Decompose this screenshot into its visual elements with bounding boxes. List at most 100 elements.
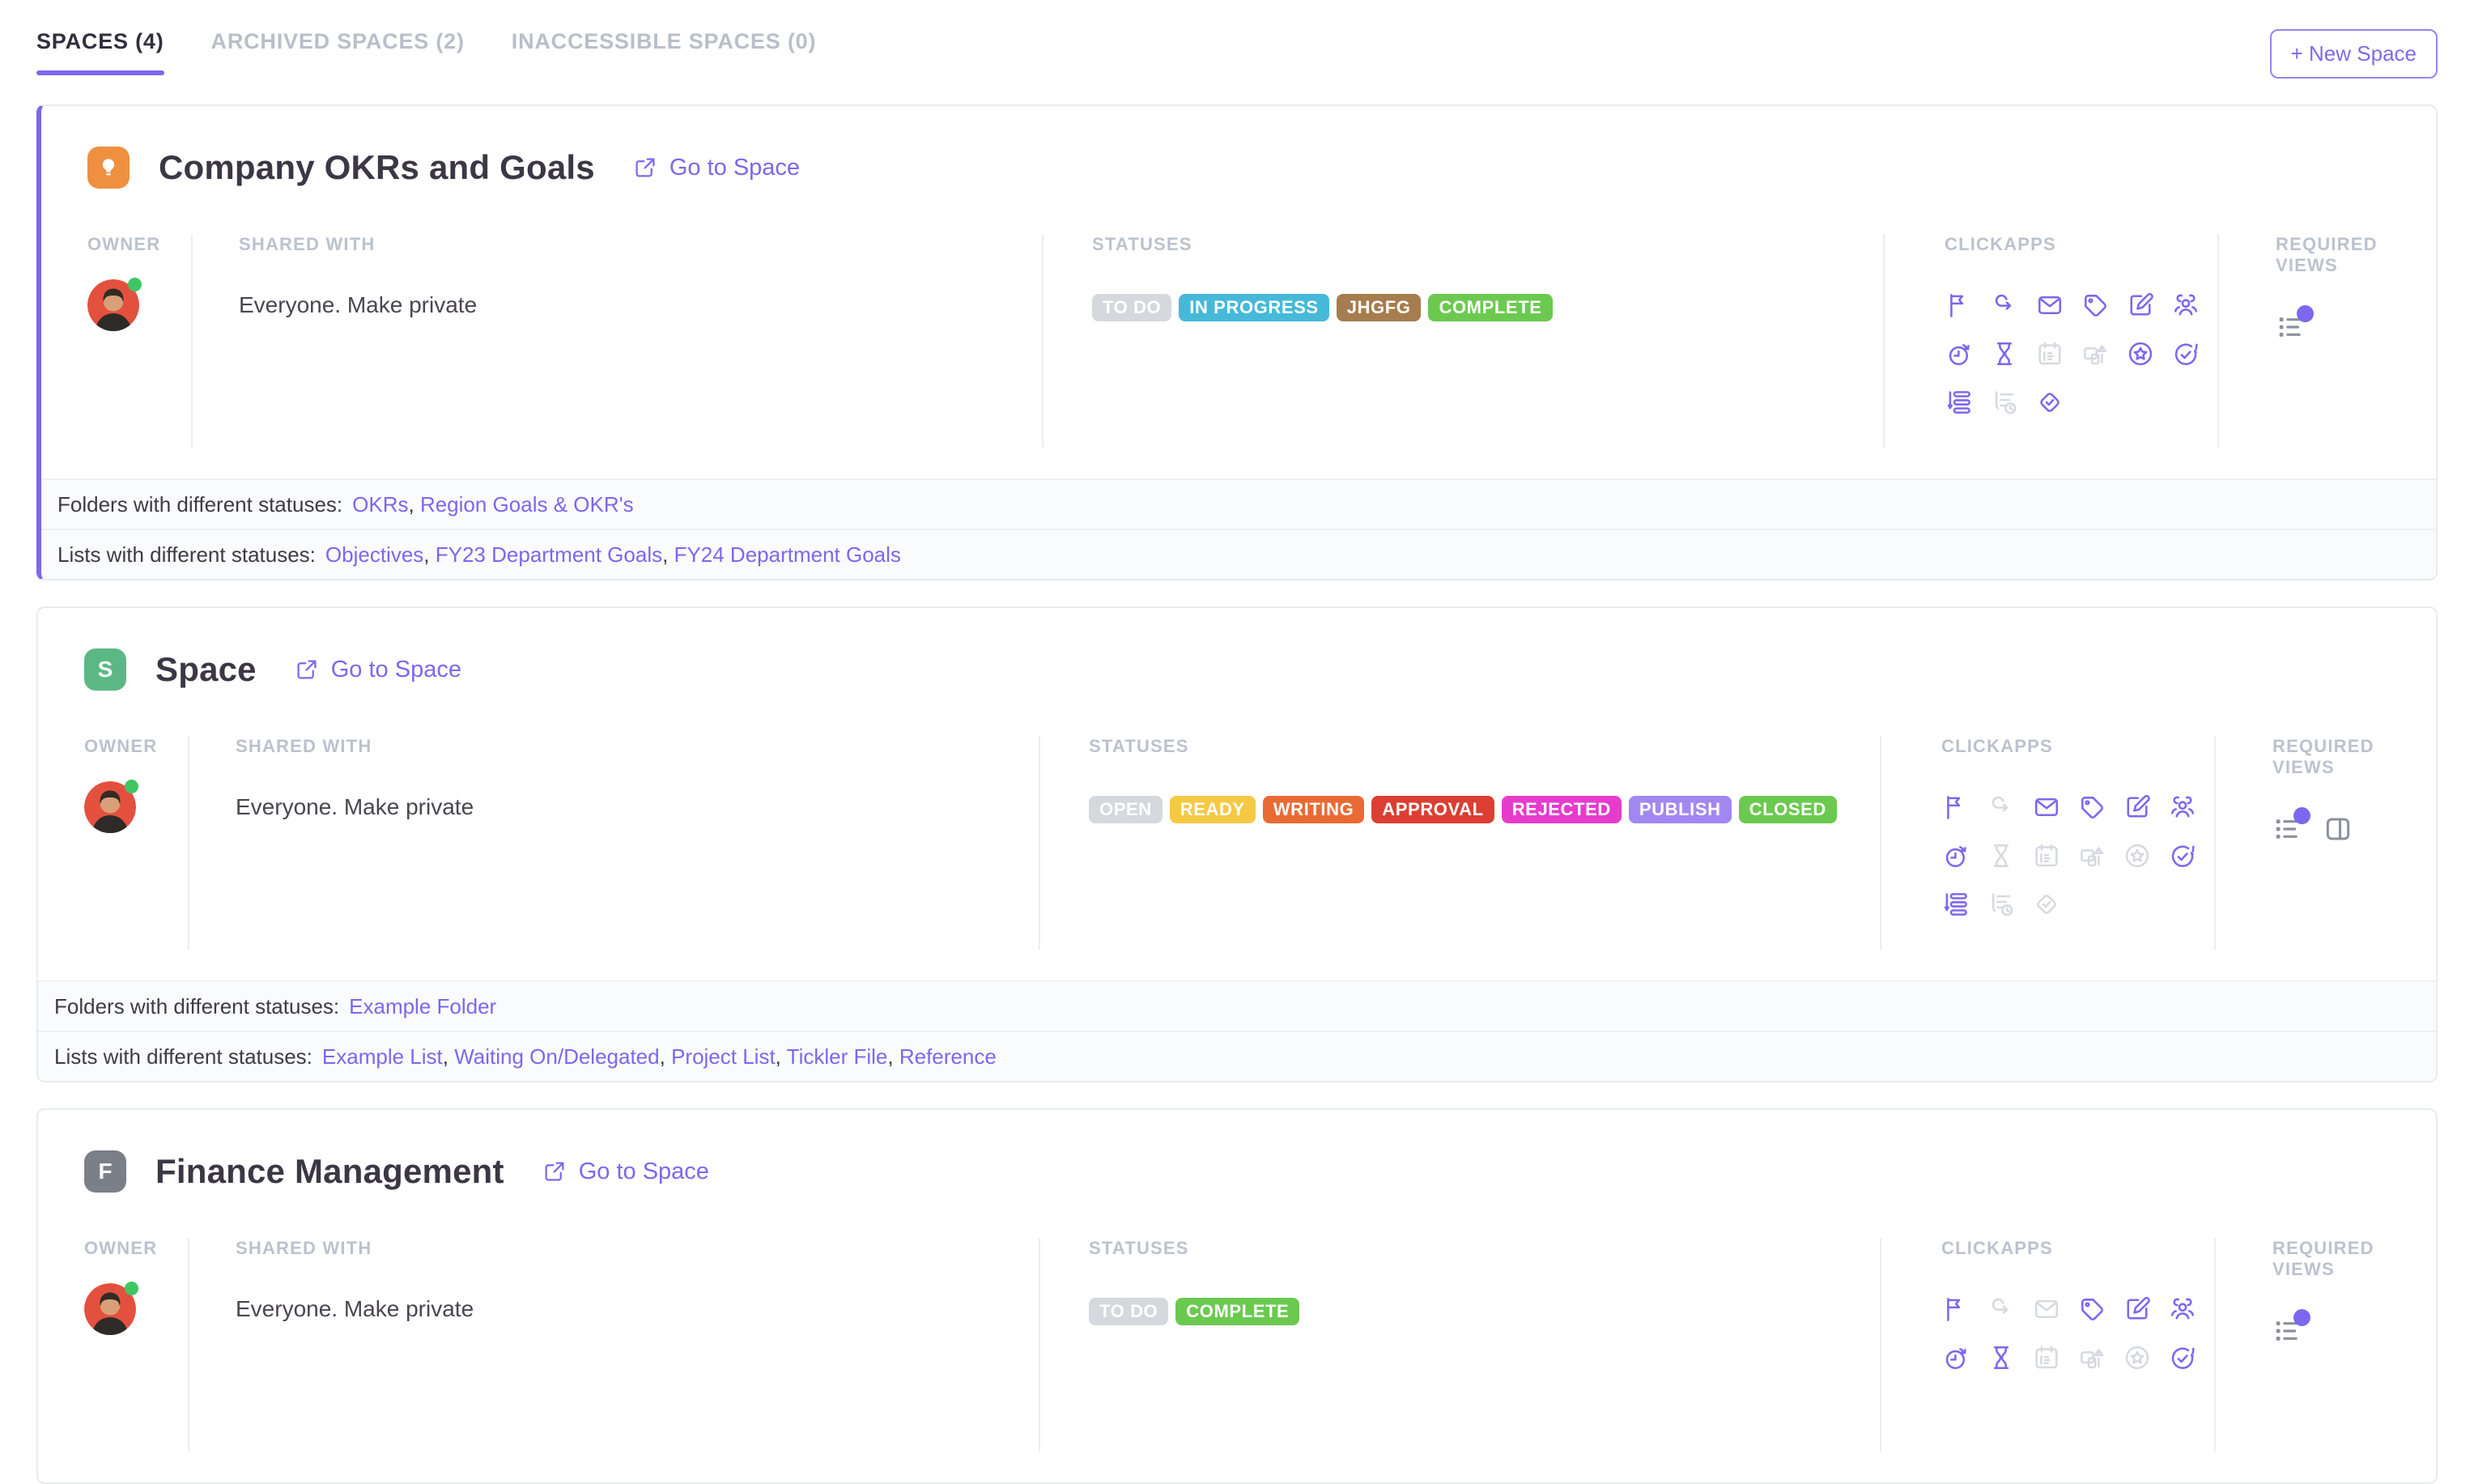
folders-with-statuses-row: Folders with different statuses: OKRs, Re… (41, 478, 2436, 529)
clickapps-column-label: CLICKAPPS (1941, 1238, 2214, 1259)
separator: , (660, 1044, 671, 1069)
check-alert-icon (2171, 339, 2200, 368)
remap-icon (1987, 1295, 2016, 1324)
online-status-dot (125, 1282, 138, 1295)
hourglass-icon (1990, 339, 2019, 368)
tab-spaces[interactable]: SPACES (4) (36, 29, 164, 75)
star-icon (2123, 841, 2152, 870)
list-view-icon (2272, 1316, 2303, 1346)
lists-with-statuses-row: Lists with different statuses:Objectives… (41, 529, 2436, 579)
tag-icon (2077, 1295, 2106, 1324)
folder-link[interactable]: Example Folder (349, 994, 496, 1018)
star-icon (2123, 1343, 2152, 1372)
diamond-check-icon (2032, 890, 2061, 919)
folder-link[interactable]: Region Goals & OKR's (420, 492, 634, 517)
required-views-column-label: REQUIRED VIEWS (2272, 1238, 2436, 1280)
list-link[interactable]: Project List (671, 1044, 776, 1069)
shared-with-text[interactable]: Everyone. Make private (239, 292, 1042, 318)
upload-alert-icon (2077, 1343, 2106, 1372)
list-links: Example List, Waiting On/Delegated, Proj… (322, 1044, 997, 1069)
list-link[interactable]: Objectives (325, 542, 423, 567)
diamond-check-icon (2035, 388, 2064, 417)
email-icon (2032, 793, 2061, 822)
space-card-header: S Space Go to Space (38, 648, 2436, 691)
shared-with-text[interactable]: Everyone. Make private (236, 1296, 1039, 1322)
list-clock-icon (1990, 388, 2019, 417)
owner-column: OWNER (41, 234, 193, 448)
external-link-icon (542, 1159, 567, 1184)
flag-icon (1941, 793, 1970, 822)
go-to-space-label: Go to Space (579, 1159, 709, 1185)
list-link[interactable]: Reference (899, 1044, 997, 1069)
check-alert-icon (2168, 1343, 2197, 1372)
shared-with-column-label: SHARED WITH (239, 234, 1042, 255)
space-card-header: Company OKRs and Goals Go to Space (41, 147, 2436, 189)
new-space-button[interactable]: + New Space (2270, 29, 2438, 79)
clickapps-column: CLICKAPPS (1881, 736, 2216, 950)
space-icon: S (84, 648, 126, 691)
list-links: Objectives, FY23 Department Goals, FY24 … (325, 542, 901, 568)
remap-icon (1987, 793, 2016, 822)
calendar-icon (2035, 339, 2064, 368)
notification-dot (2297, 305, 2314, 322)
shared-with-column: SHARED WITH Everyone. Make private (189, 736, 1040, 950)
space-card: F Finance Management Go to Space OWNER (36, 1108, 2438, 1484)
list-link[interactable]: Tickler File (787, 1044, 888, 1069)
status-badge: PUBLISH (1629, 796, 1732, 823)
go-to-space-link[interactable]: Go to Space (542, 1159, 709, 1185)
clickapps-column: CLICKAPPS (1885, 234, 2219, 448)
status-badge: APPROVAL (1371, 796, 1494, 823)
owner-avatar (87, 279, 139, 331)
footer-prefix: Folders with different statuses: (57, 492, 342, 517)
statuses-column: STATUSES TO DOCOMPLETE (1040, 1238, 1881, 1452)
go-to-space-link[interactable]: Go to Space (294, 657, 461, 683)
board-view-icon (2323, 814, 2353, 844)
email-icon (2032, 1295, 2061, 1324)
status-badge: JHGFG (1337, 294, 1422, 321)
notification-dot (2293, 1309, 2310, 1326)
tab-archived-spaces[interactable]: ARCHIVED SPACES (2) (211, 29, 465, 75)
shared-with-text[interactable]: Everyone. Make private (236, 794, 1039, 820)
footer-prefix: Lists with different statuses: (54, 1044, 312, 1069)
statuses-column-label: STATUSES (1089, 736, 1880, 757)
go-to-space-label: Go to Space (670, 155, 800, 181)
flag-icon (1941, 1295, 1970, 1324)
space-icon (87, 147, 130, 189)
tab-inaccessible-spaces[interactable]: INACCESSIBLE SPACES (0) (512, 29, 816, 75)
people-icon (2168, 793, 2197, 822)
hourglass-icon (1987, 841, 2016, 870)
list-view-icon (2272, 814, 2303, 844)
folder-links: OKRs, Region Goals & OKR's (352, 492, 633, 517)
shared-with-column: SHARED WITH Everyone. Make private (189, 1238, 1040, 1452)
shared-with-column-label: SHARED WITH (236, 1238, 1039, 1259)
owner-avatar (84, 1283, 136, 1335)
online-status-dot (125, 780, 138, 793)
list-clock-icon (1987, 890, 2016, 919)
status-badge: COMPLETE (1175, 1298, 1299, 1325)
go-to-space-label: Go to Space (331, 657, 461, 683)
star-icon (2126, 339, 2155, 368)
owner-column-label: OWNER (87, 234, 191, 255)
separator: , (423, 542, 435, 567)
folder-link[interactable]: OKRs (352, 492, 408, 517)
statuses-column-label: STATUSES (1092, 234, 1883, 255)
space-title: Company OKRs and Goals (159, 148, 595, 187)
space-title: Space (155, 650, 257, 689)
shared-with-column-label: SHARED WITH (236, 736, 1039, 757)
go-to-space-link[interactable]: Go to Space (632, 155, 800, 181)
required-views-column: REQUIRED VIEWS (2216, 736, 2436, 950)
required-views-column-label: REQUIRED VIEWS (2272, 736, 2436, 778)
space-card-columns: OWNER SHARED WITH Everyone. Make private (41, 234, 2436, 478)
calendar-icon (2032, 1343, 2061, 1372)
list-link[interactable]: FY23 Department Goals (436, 542, 662, 567)
status-badge: REJECTED (1502, 796, 1622, 823)
statuses-column-label: STATUSES (1089, 1238, 1880, 1259)
statuses-row: TO DOIN PROGRESSJHGFGCOMPLETE (1092, 294, 1883, 321)
list-link[interactable]: Example List (322, 1044, 443, 1069)
list-link[interactable]: FY24 Department Goals (674, 542, 901, 567)
nested-list-icon (1945, 388, 1974, 417)
separator: , (776, 1044, 787, 1069)
required-views-icons (2272, 1316, 2436, 1346)
owner-avatar (84, 781, 136, 833)
list-link[interactable]: Waiting On/Delegated (454, 1044, 659, 1069)
